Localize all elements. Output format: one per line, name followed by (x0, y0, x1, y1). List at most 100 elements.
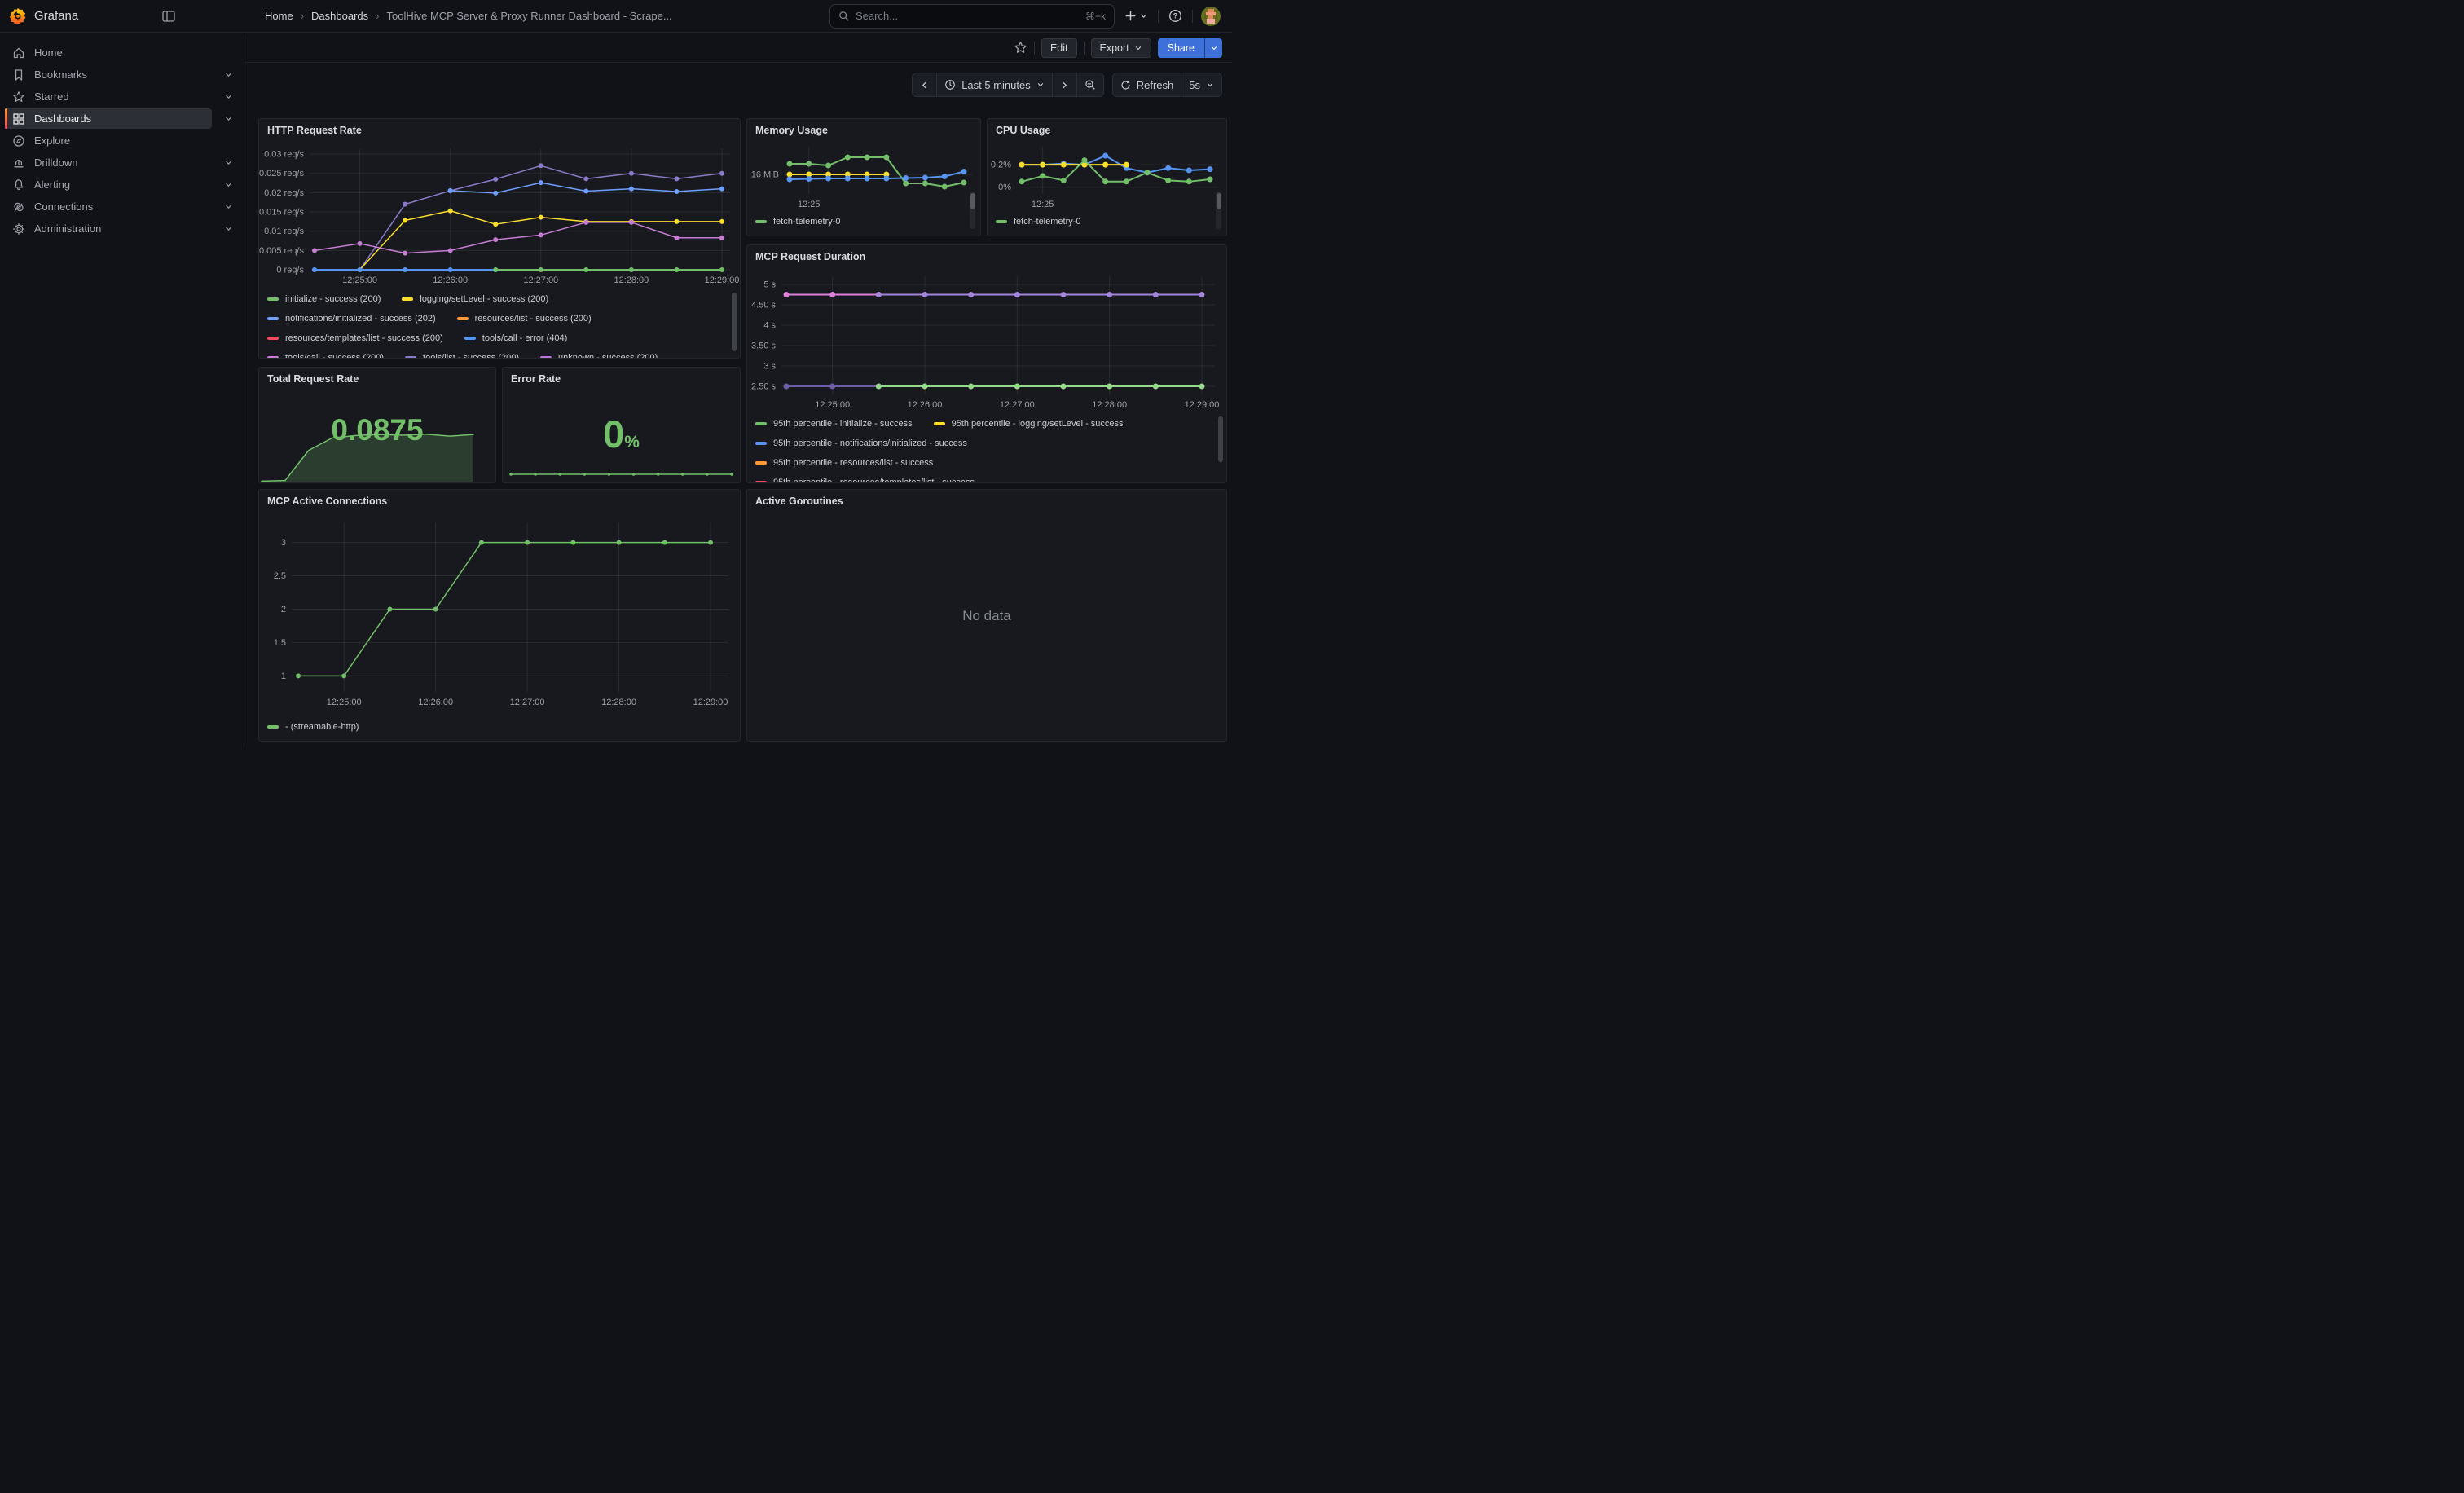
new-create-button[interactable] (1123, 8, 1150, 24)
time-range-picker[interactable]: Last 5 minutes (937, 73, 1053, 97)
legend-item[interactable]: tools/list - success (200) (405, 353, 519, 358)
chart-legend: 95th percentile - initialize - success 95… (754, 414, 1218, 482)
legend-label: fetch-telemetry-0 (1014, 217, 1081, 227)
error-rate-sparkline[interactable] (508, 462, 735, 480)
panel-title[interactable]: Active Goroutines (755, 495, 843, 507)
mcp-request-duration-chart[interactable]: 5 s4.50 s4 s3.50 s3 s2.50 s12:25:0012:26… (747, 270, 1226, 414)
legend-scrollbar[interactable] (1216, 192, 1221, 229)
legend-scrollbar[interactable] (732, 293, 737, 351)
sidebar-item-explore[interactable]: Explore (0, 130, 244, 152)
legend-item[interactable]: 95th percentile - logging/setLevel - suc… (934, 419, 1124, 429)
svg-text:0.025 req/s: 0.025 req/s (259, 169, 304, 178)
legend-item[interactable]: 95th percentile - resources/list - succe… (755, 458, 933, 468)
refresh-interval-picker[interactable]: 5s (1181, 73, 1222, 97)
legend-color-dash (755, 422, 767, 426)
legend-item[interactable]: - (streamable-http) (267, 722, 359, 732)
svg-text:12:28:00: 12:28:00 (601, 698, 636, 707)
svg-text:12:27:00: 12:27:00 (1000, 400, 1035, 410)
legend-item[interactable]: 95th percentile - resources/templates/li… (755, 478, 975, 482)
legend-item[interactable]: fetch-telemetry-0 (996, 217, 1081, 227)
panel-title[interactable]: HTTP Request Rate (267, 125, 362, 136)
chevron-down-icon[interactable] (224, 92, 233, 101)
svg-text:12:25:00: 12:25:00 (815, 400, 850, 410)
panel-title[interactable]: MCP Active Connections (267, 495, 387, 507)
explore-compass-icon (12, 134, 25, 148)
sidebar-item-administration[interactable]: Administration (0, 218, 244, 240)
time-shift-forward-button[interactable] (1053, 73, 1077, 97)
export-button[interactable]: Export (1091, 38, 1151, 58)
legend-color-dash (755, 481, 767, 482)
sidebar-item-dashboards[interactable]: Dashboards (0, 108, 244, 130)
sidebar-item-label: Starred (34, 90, 69, 103)
chevron-down-icon[interactable] (224, 70, 233, 79)
search-input[interactable]: Search... ⌘+k (829, 4, 1115, 29)
user-avatar[interactable] (1201, 7, 1221, 26)
panel-title[interactable]: Memory Usage (755, 125, 828, 136)
grafana-logo-icon[interactable] (9, 7, 27, 25)
sidebar-item-connections[interactable]: Connections (0, 196, 244, 218)
sidebar-item-drilldown[interactable]: Drilldown (0, 152, 244, 174)
chevron-down-icon (1139, 11, 1148, 20)
legend-item[interactable]: logging/setLevel - success (200) (402, 294, 548, 304)
legend-item[interactable]: resources/list - success (200) (457, 314, 592, 324)
legend-scrollbar[interactable] (970, 192, 975, 229)
legend-label: - (streamable-http) (285, 722, 359, 732)
dock-sidebar-toggle-icon[interactable] (161, 10, 176, 23)
share-button[interactable]: Share (1158, 38, 1204, 58)
legend-item[interactable]: tools/call - success (200) (267, 353, 384, 358)
legend-scrollbar[interactable] (1218, 416, 1223, 462)
legend-color-dash (267, 337, 279, 341)
sidebar-item-alerting[interactable]: Alerting (0, 174, 244, 196)
favorite-star-button[interactable] (1014, 41, 1027, 55)
memory-usage-chart[interactable]: 16 MiB12:25 (747, 140, 980, 210)
refresh-button[interactable]: Refresh (1112, 73, 1182, 97)
mcp-active-connections-chart[interactable]: 32.521.5112:25:0012:26:0012:27:0012:28:0… (259, 514, 740, 715)
chevron-down-icon[interactable] (224, 224, 233, 233)
panel-title[interactable]: MCP Request Duration (755, 251, 865, 262)
svg-text:0.01 req/s: 0.01 req/s (264, 227, 304, 236)
chevron-down-icon[interactable] (224, 158, 233, 167)
svg-text:0 req/s: 0 req/s (276, 266, 304, 275)
help-button[interactable]: ? (1167, 7, 1184, 24)
legend-item[interactable]: unknown - success (200) (540, 353, 658, 358)
brand-name: Grafana (34, 9, 78, 23)
svg-text:3: 3 (281, 538, 286, 548)
sidebar-item-bookmarks[interactable]: Bookmarks (0, 64, 244, 86)
http-request-rate-chart[interactable]: 0.03 req/s0.025 req/s0.02 req/s0.015 req… (259, 143, 740, 289)
chevron-down-icon[interactable] (224, 114, 233, 123)
chevron-down-icon[interactable] (224, 180, 233, 189)
legend-item[interactable]: notifications/initialized - success (202… (267, 314, 436, 324)
legend-label: logging/setLevel - success (200) (420, 294, 548, 304)
breadcrumb-dashboards[interactable]: Dashboards (311, 10, 368, 22)
svg-text:12:25:00: 12:25:00 (342, 275, 377, 285)
legend-label: tools/call - error (404) (482, 333, 568, 343)
chevron-down-icon[interactable] (224, 202, 233, 211)
share-button-group: Share (1158, 38, 1222, 58)
panel-title[interactable]: CPU Usage (996, 125, 1050, 136)
legend-item[interactable]: initialize - success (200) (267, 294, 381, 304)
plus-icon (1124, 10, 1137, 22)
time-shift-back-button[interactable] (912, 73, 937, 97)
sidebar-item-starred[interactable]: Starred (0, 86, 244, 108)
panel-title[interactable]: Error Rate (511, 373, 561, 385)
legend-item[interactable]: resources/templates/list - success (200) (267, 333, 443, 343)
legend-row: - (streamable-http) (266, 717, 732, 737)
legend-row: initialize - success (200) logging/setLev… (266, 289, 732, 309)
legend-color-dash (934, 422, 945, 426)
legend-item[interactable]: 95th percentile - initialize - success (755, 419, 913, 429)
legend-item[interactable]: tools/call - error (404) (464, 333, 568, 343)
search-icon (838, 11, 850, 22)
breadcrumb-home[interactable]: Home (265, 10, 293, 22)
sidebar-item-home[interactable]: Home (0, 42, 244, 64)
time-controls-bar: Last 5 minutes (245, 63, 1232, 109)
share-options-caret[interactable] (1204, 38, 1222, 58)
cpu-usage-chart[interactable]: 0.2%0%12:25 (988, 140, 1226, 210)
legend-item[interactable]: 95th percentile - notifications/initiali… (755, 438, 967, 448)
dashboard-grid: HTTP Request Rate 0.03 req/s0.025 req/s0… (245, 110, 1232, 746)
edit-button[interactable]: Edit (1041, 38, 1077, 58)
legend-item[interactable]: fetch-telemetry-0 (755, 217, 841, 227)
svg-text:2: 2 (281, 605, 286, 614)
legend-row: 95th percentile - resources/templates/li… (754, 473, 1218, 482)
zoom-out-time-button[interactable] (1077, 73, 1104, 97)
panel-mcp-active-connections: MCP Active Connections 32.521.5112:25:00… (258, 489, 741, 742)
